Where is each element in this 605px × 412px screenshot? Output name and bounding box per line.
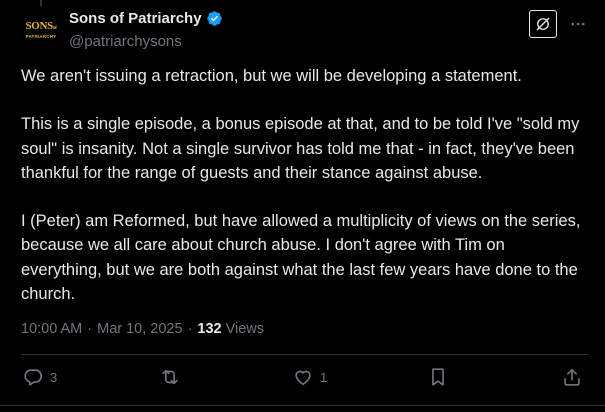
more-icon xyxy=(571,22,585,26)
repost-button[interactable] xyxy=(159,366,187,388)
tweet-time[interactable]: 10:00 AM xyxy=(21,321,82,337)
grok-icon xyxy=(536,17,550,31)
tweet-text: We aren't issuing a retraction, but we w… xyxy=(21,64,589,330)
tweet-paragraph: This is a single episode, a bonus episod… xyxy=(21,115,580,182)
meta-separator: · xyxy=(187,321,193,337)
views-count: 132 xyxy=(197,321,222,337)
author-handle[interactable]: @patriarchysons xyxy=(69,33,182,50)
reply-button[interactable]: 3 xyxy=(22,366,57,388)
author-name-row: Sons of Patriarchy xyxy=(69,10,223,27)
bookmark-button[interactable] xyxy=(427,366,449,388)
tweet-date[interactable]: Mar 10, 2025 xyxy=(97,321,182,337)
bottom-divider xyxy=(0,405,605,406)
like-count: 1 xyxy=(320,369,328,385)
tweet-paragraph: I (Peter) am Reformed, but have allowed … xyxy=(21,212,581,303)
tweet-header: SONSof PATRIARCHY Sons of Patriarchy @pa… xyxy=(0,0,605,60)
avatar-logo-text: SONSof xyxy=(25,19,57,32)
tweet-metadata: 10:00 AM · Mar 10, 2025 · 132 Views xyxy=(21,321,264,337)
meta-separator: · xyxy=(87,321,93,337)
views-label: Views xyxy=(225,321,265,337)
like-icon xyxy=(295,370,311,386)
avatar-logo-subtext: PATRIARCHY xyxy=(25,33,57,39)
verified-badge-icon[interactable] xyxy=(206,10,223,27)
share-icon xyxy=(564,368,580,386)
divider xyxy=(21,354,588,355)
reply-icon xyxy=(24,369,43,386)
tweet-paragraph: We aren't issuing a retraction, but we w… xyxy=(21,67,522,85)
tweet-action-bar: 3 1 xyxy=(21,366,588,396)
avatar[interactable]: SONSof PATRIARCHY xyxy=(21,13,61,47)
share-button[interactable] xyxy=(561,366,583,388)
reply-count: 3 xyxy=(50,369,58,385)
like-button[interactable]: 1 xyxy=(292,366,327,388)
author-display-name[interactable]: Sons of Patriarchy xyxy=(69,10,202,27)
grok-button[interactable] xyxy=(529,10,557,38)
bookmark-icon xyxy=(432,368,444,386)
repost-icon xyxy=(162,369,178,385)
more-options-button[interactable] xyxy=(568,14,588,34)
